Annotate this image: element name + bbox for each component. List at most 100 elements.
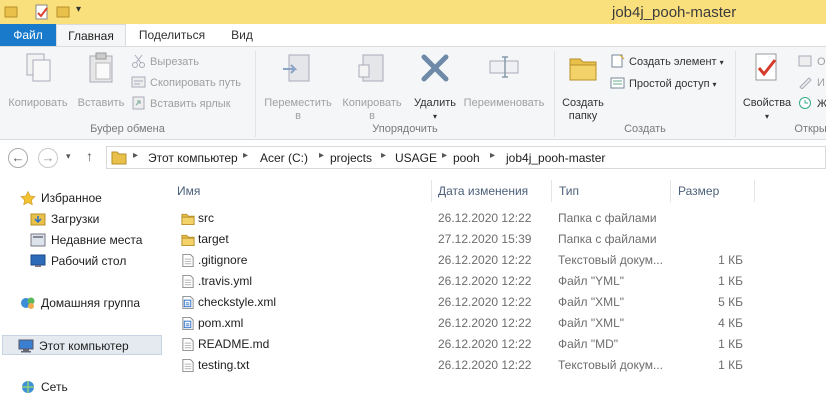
move-to-icon <box>283 54 310 82</box>
file-name: README.md <box>198 337 270 351</box>
folder-icon <box>111 151 127 165</box>
paste-button[interactable]: Вставить <box>74 51 128 110</box>
copy-to-label-2: в <box>369 110 375 122</box>
back-button[interactable]: ← <box>8 148 28 168</box>
nav-network-label: Сеть <box>41 380 68 394</box>
homegroup-icon <box>20 296 36 310</box>
column-divider[interactable] <box>670 180 671 202</box>
address-box[interactable]: ▸ Этот компьютер ▸ Acer (C:) ▸ projects … <box>106 146 826 169</box>
tab-view[interactable]: Вид <box>222 24 262 47</box>
text-file-icon <box>182 274 194 289</box>
file-date: 26.12.2020 12:22 <box>438 274 532 288</box>
organize-group-label: Упорядочить <box>372 123 438 135</box>
table-row[interactable]: .travis.yml 26.12.2020 12:22 Файл "YML" 1 К… <box>177 271 747 292</box>
open-button[interactable]: О <box>798 53 826 71</box>
file-type: Папка с файлами <box>558 232 657 246</box>
address-bar-row: ← → ▾ ↑ ▸ Этот компьютер ▸ Acer (C:) ▸ p… <box>0 140 826 174</box>
nav-favorites-label: Избранное <box>41 191 102 205</box>
column-header-type[interactable]: Тип <box>559 182 579 200</box>
tab-share[interactable]: Поделиться <box>130 24 214 47</box>
star-icon <box>20 190 36 206</box>
file-size <box>677 229 743 250</box>
paste-label: Вставить <box>77 97 125 109</box>
move-to-button[interactable]: Переместить в <box>260 51 336 123</box>
breadcrumb-drive-c[interactable]: Acer (C:) <box>260 151 308 165</box>
breadcrumb-pooh[interactable]: pooh <box>453 151 480 165</box>
move-to-label-2: в <box>295 110 301 122</box>
table-row[interactable]: target 27.12.2020 15:39 Папка с файлами <box>177 229 747 250</box>
up-arrow-icon[interactable]: ↑ <box>86 148 93 164</box>
copy-path-label: Скопировать путь <box>150 77 241 89</box>
edit-button[interactable]: И <box>798 74 825 92</box>
column-header-date[interactable]: Дата изменения <box>438 182 528 200</box>
copy-button[interactable]: Копировать <box>5 51 71 110</box>
nav-item-network[interactable]: Сеть <box>20 377 68 397</box>
new-item-button[interactable]: Создать элемент ▾ <box>610 53 724 71</box>
text-file-icon <box>182 337 194 352</box>
computer-icon <box>18 339 34 353</box>
delete-x-icon <box>421 54 449 82</box>
forward-button[interactable]: → <box>38 148 58 168</box>
breadcrumb-projects[interactable]: projects <box>330 151 372 165</box>
nav-item-favorites[interactable]: Избранное <box>20 188 102 208</box>
history-button[interactable]: Ж <box>798 95 826 113</box>
rename-button[interactable]: Переименовать <box>458 51 550 110</box>
new-item-dropdown-icon: ▾ <box>719 58 724 67</box>
paste-shortcut-icon <box>131 96 146 110</box>
file-type: Текстовый докум... <box>558 253 663 267</box>
column-header-name[interactable]: Имя <box>177 182 200 200</box>
nav-item-desktop[interactable]: Рабочий стол <box>30 251 126 271</box>
file-type: Папка с файлами <box>558 211 657 225</box>
copy-icon <box>26 53 51 82</box>
breadcrumb-current-folder[interactable]: job4j_pooh-master <box>506 151 605 165</box>
tab-file[interactable]: Файл <box>0 24 56 47</box>
breadcrumb-usage[interactable]: USAGE <box>395 151 437 165</box>
properties-quick-icon[interactable] <box>34 3 50 21</box>
cut-button[interactable]: Вырезать <box>131 53 199 71</box>
table-row[interactable]: .gitignore 26.12.2020 12:22 Текстовый доку… <box>177 250 747 271</box>
nav-item-homegroup[interactable]: Домашняя группа <box>20 293 140 313</box>
nav-item-downloads[interactable]: Загрузки <box>30 209 99 229</box>
table-row[interactable]: src 26.12.2020 12:22 Папка с файлами <box>177 208 747 229</box>
desktop-icon <box>30 254 46 268</box>
paste-shortcut-button[interactable]: Вставить ярлык <box>131 95 231 113</box>
new-folder-button[interactable]: Создать папку <box>558 51 608 123</box>
title-bar: ▾ job4j_pooh-master <box>0 0 826 24</box>
paste-shortcut-label: Вставить ярлык <box>150 98 231 110</box>
column-divider[interactable] <box>551 180 552 202</box>
easy-access-icon <box>610 76 625 90</box>
column-divider[interactable] <box>754 180 755 202</box>
easy-access-button[interactable]: Простой доступ ▾ <box>610 75 717 93</box>
customize-quick-access-icon[interactable]: ▾ <box>76 4 81 15</box>
text-file-icon <box>182 358 194 373</box>
copy-path-button[interactable]: Скопировать путь <box>131 74 241 92</box>
column-divider[interactable] <box>431 180 432 202</box>
file-size: 1 КБ <box>718 358 743 372</box>
properties-dropdown-icon[interactable]: ▾ <box>738 110 796 123</box>
delete-button[interactable]: Удалить ▾ <box>410 51 460 123</box>
tab-home[interactable]: Главная <box>56 24 126 48</box>
delete-dropdown-icon[interactable]: ▾ <box>410 110 460 123</box>
recent-locations-chevron-down-icon[interactable]: ▾ <box>66 151 71 162</box>
properties-button[interactable]: Свойства ▾ <box>738 51 796 123</box>
new-folder-quick-icon[interactable] <box>56 3 70 21</box>
file-type: Файл "XML" <box>558 316 625 330</box>
move-to-label: Переместить <box>264 97 332 109</box>
table-row[interactable]: checkstyle.xml 26.12.2020 12:22 Файл "XML"… <box>177 292 747 313</box>
open-group-label: Открыть <box>794 123 826 135</box>
column-header-size[interactable]: Размер <box>678 182 719 200</box>
nav-item-this-pc[interactable]: Этот компьютер <box>2 335 162 355</box>
table-row[interactable]: pom.xml 26.12.2020 12:22 Файл "XML" 4 КБ <box>177 313 747 334</box>
nav-item-recent-places[interactable]: Недавние места <box>30 230 142 250</box>
easy-access-dropdown-icon: ▾ <box>712 80 717 89</box>
table-row[interactable]: testing.txt 26.12.2020 12:22 Текстовый док… <box>177 355 747 376</box>
copy-to-button[interactable]: Копировать в <box>336 51 408 123</box>
file-name: src <box>198 211 214 225</box>
table-row[interactable]: README.md 26.12.2020 12:22 Файл "MD" 1 КБ <box>177 334 747 355</box>
nav-desktop-label: Рабочий стол <box>51 254 127 268</box>
rename-label: Переименовать <box>463 97 545 109</box>
file-name: checkstyle.xml <box>198 295 277 309</box>
new-folder-icon <box>569 58 597 81</box>
breadcrumb-this-pc[interactable]: Этот компьютер <box>148 151 238 165</box>
window-title: job4j_pooh-master <box>612 4 737 21</box>
